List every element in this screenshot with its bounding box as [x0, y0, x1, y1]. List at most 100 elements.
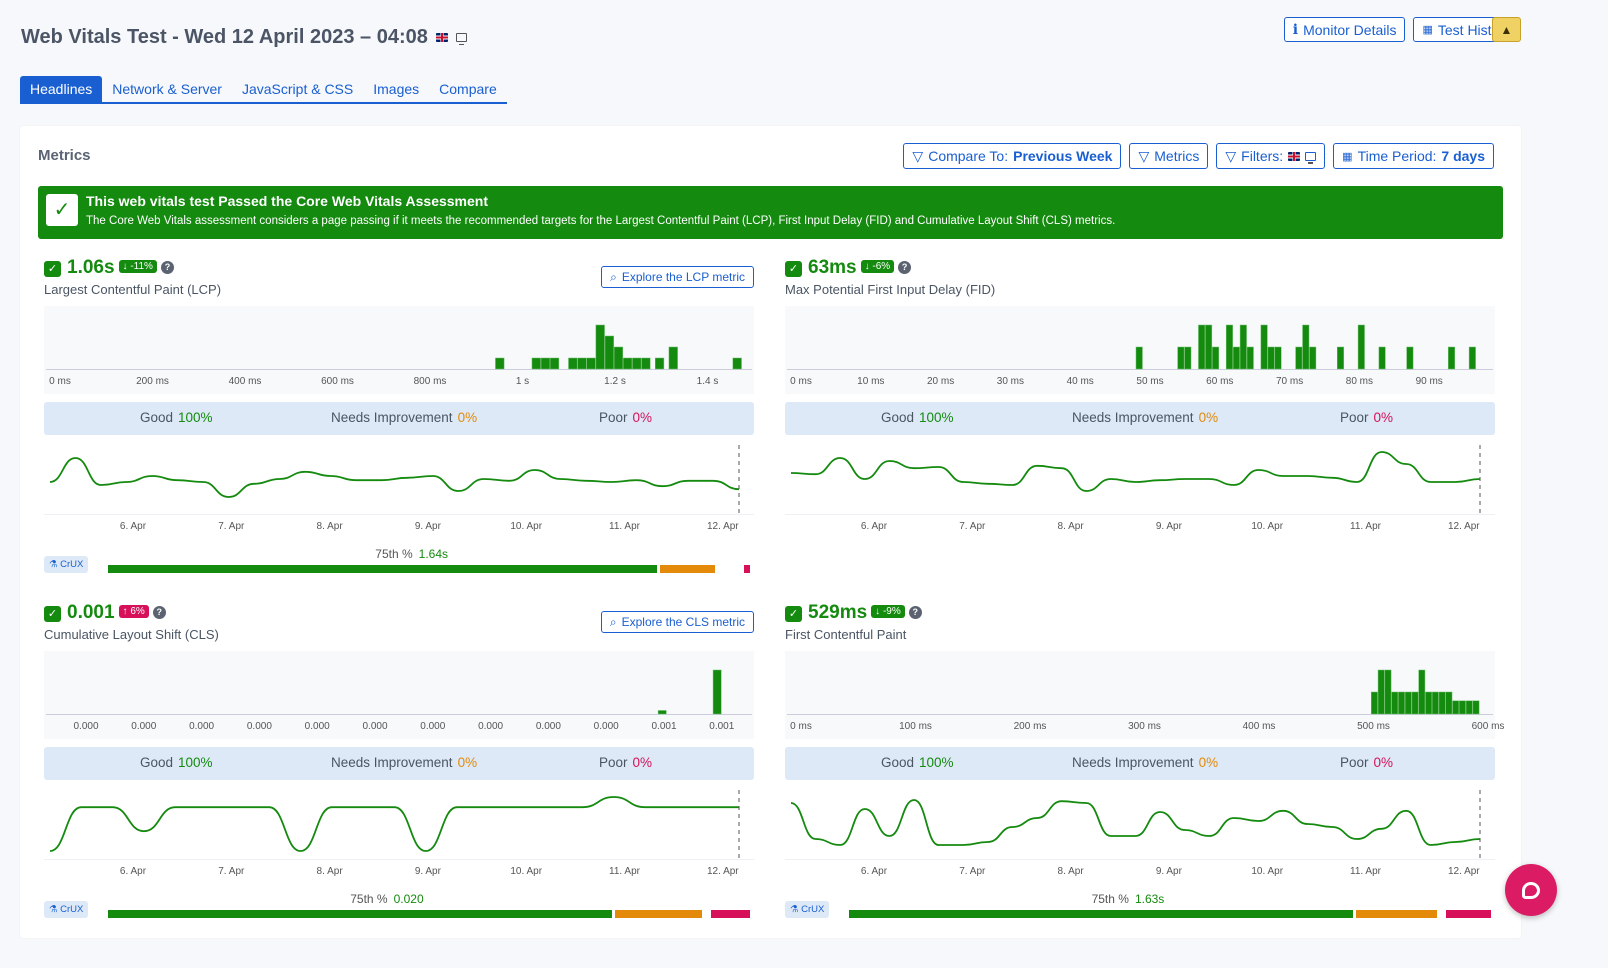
compare-to-button[interactable]: ▽ Compare To: Previous Week: [903, 143, 1122, 169]
distribution-ni: Needs Improvement 0%: [1072, 410, 1218, 425]
histogram-axis-labels: 0 ms 100 ms 200 ms 300 ms 400 ms 500 ms 600 ms: [785, 721, 1504, 735]
filters-button[interactable]: ▽ Filters:: [1216, 143, 1326, 169]
tab-compare[interactable]: Compare: [429, 76, 507, 102]
distribution-poor-label: Poor: [1340, 410, 1369, 425]
crux-bar-needs-improvement: [660, 565, 715, 573]
histogram-bar: [712, 669, 722, 715]
trend-date-label: 8. Apr: [1057, 521, 1084, 532]
histogram-svg: [46, 324, 752, 370]
help-icon[interactable]: ?: [908, 606, 922, 619]
trend-date-label: 7. Apr: [959, 866, 986, 877]
histogram-bar: [1448, 346, 1455, 370]
crux-bar-good: [108, 565, 658, 573]
metric-header: ✓ 63ms ↓ -6%? Max Potential First Input D…: [785, 256, 1495, 300]
metric-value-row: 529ms ↓ -9%?: [808, 602, 922, 624]
histogram-tick-label: 10 ms: [857, 376, 885, 387]
crux-badge[interactable]: ⚗ CrUX: [44, 901, 89, 918]
help-icon[interactable]: ?: [160, 261, 174, 274]
histogram-tick-label: 800 ms: [413, 376, 447, 387]
histogram-bar: [613, 346, 624, 370]
histogram-bar: [1472, 700, 1480, 715]
histogram-bar: [1459, 700, 1466, 715]
crux-section: ⚗ CrUX 75th % 1.64s: [44, 546, 754, 576]
histogram-svg: [787, 324, 1493, 370]
page-title: Web Vitals Test - Wed 12 April 2023 – 04…: [21, 26, 467, 49]
histogram-bar: [540, 357, 550, 370]
histogram: 0.000 0.000 0.000 0.000 0.000 0.000 0.000 0.000…: [44, 651, 754, 739]
trend-date-label: 12. Apr: [1447, 866, 1480, 877]
histogram-bar: [732, 357, 742, 370]
histogram-bar: [655, 357, 665, 370]
histogram-tick-label: 0.000: [420, 721, 446, 732]
histogram-tick-label: 0.000: [362, 721, 388, 732]
crux-section: ⚗ CrUX 75th % 0.020: [44, 891, 754, 921]
distribution-good-value: 100%: [178, 410, 213, 425]
histogram-tick-label: 500 ms: [1357, 721, 1390, 732]
distribution-poor-value: 0%: [632, 410, 653, 425]
explore-cls-button[interactable]: ⌕ Explore the CLS metric: [600, 611, 754, 633]
uk-flag-icon: [435, 33, 448, 42]
distribution-poor-label: Poor: [599, 755, 628, 770]
metric-value-row: 63ms ↓ -6%?: [808, 257, 912, 279]
trend-date-label: 10. Apr: [510, 866, 543, 877]
distribution-good: Good 100%: [140, 410, 213, 425]
histogram-tick-label: 400 ms: [1242, 721, 1276, 732]
time-period-button[interactable]: ▦ Time Period: 7 days: [1333, 143, 1494, 169]
crux-bar-poor: [1446, 910, 1491, 918]
histogram-tick-label: 0.000: [304, 721, 330, 732]
distribution-ni: Needs Improvement 0%: [331, 410, 477, 425]
trend-date-label: 9. Apr: [414, 521, 441, 532]
trend-date-label: 11. Apr: [609, 521, 640, 532]
histogram-bar: [1391, 691, 1399, 715]
delta-badge: ↑ 6%: [118, 605, 149, 618]
trend-date-label: 9. Apr: [1155, 521, 1182, 532]
help-icon[interactable]: ?: [152, 606, 166, 619]
trend-date-label: 6. Apr: [119, 866, 147, 877]
tab-javascript-css[interactable]: JavaScript & CSS: [232, 76, 363, 102]
histogram-bar: [1406, 346, 1414, 370]
metric-label: Largest Contentful Paint (LCP): [44, 282, 222, 297]
trend-date-label: 10. Apr: [1251, 521, 1284, 532]
distribution-good-label: Good: [140, 755, 174, 770]
histogram-tick-label: 400 ms: [228, 376, 262, 387]
crux-badge[interactable]: ⚗ CrUX: [785, 901, 830, 918]
crux-section: ⚗ CrUX 75th % 1.63s: [785, 891, 1495, 921]
distribution-good-value: 100%: [178, 755, 213, 770]
metric-value: 63ms: [808, 257, 857, 278]
histogram: 0 ms 10 ms 20 ms 30 ms 40 ms 50 ms 60 ms 70 ms 8…: [785, 306, 1495, 394]
histogram-bar: [1418, 669, 1426, 715]
histogram-bar: [1274, 346, 1282, 370]
delta-badge: ↓ -9%: [871, 605, 905, 618]
trend-chart: 6. Apr 7. Apr 8. Apr 9. Apr 10. Apr 11. Apr 12…: [785, 790, 1495, 885]
histogram-tick-label: 0.000: [131, 721, 157, 732]
explore-lcp-button[interactable]: ⌕ Explore the LCP metric: [601, 266, 754, 288]
histogram-bar: [1135, 346, 1143, 370]
distribution-good-label: Good: [881, 755, 915, 770]
monitor-details-button[interactable]: i Monitor Details: [1283, 17, 1406, 42]
trend-date-label: 11. Apr: [1350, 521, 1381, 532]
chat-button[interactable]: [1505, 864, 1557, 916]
tab-images[interactable]: Images: [363, 76, 429, 102]
histogram-svg: [46, 669, 752, 715]
time-period-value: 7 days: [1441, 148, 1485, 164]
histogram-bar: [1404, 691, 1412, 715]
histogram-bar: [1398, 691, 1405, 715]
histogram-tick-label: 50 ms: [1136, 376, 1164, 387]
histogram-svg: [787, 669, 1493, 715]
filter-icon: ▽: [1138, 147, 1150, 164]
help-icon[interactable]: ?: [898, 261, 912, 274]
tab-headlines[interactable]: Headlines: [20, 76, 103, 102]
warning-button[interactable]: ▲: [1492, 17, 1521, 42]
distribution-bar: Good 100% Needs Improvement 0% Poor 0%: [44, 747, 754, 780]
histogram-tick-label: 200 ms: [136, 376, 169, 387]
trend-date-label: 10. Apr: [1251, 866, 1284, 877]
trend-svg: [44, 790, 754, 860]
trend-date-label: 11. Apr: [609, 866, 640, 877]
trend-line: [49, 796, 739, 852]
tab-network-server[interactable]: Network & Server: [102, 76, 232, 102]
metrics-button[interactable]: ▽ Metrics: [1129, 143, 1209, 169]
crux-badge[interactable]: ⚗ CrUX: [44, 556, 89, 573]
pass-check-icon: ✓: [44, 606, 61, 622]
histogram-bar: [577, 357, 587, 370]
histogram-bar: [1431, 691, 1439, 715]
